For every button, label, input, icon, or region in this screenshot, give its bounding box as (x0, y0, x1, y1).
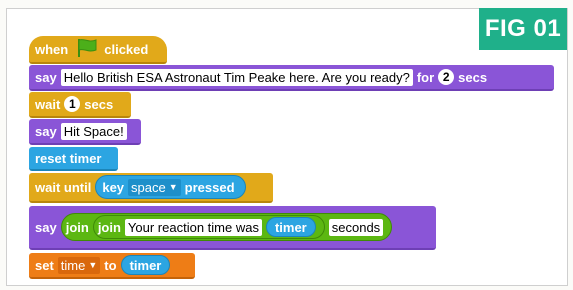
say-label: say (35, 69, 57, 85)
clicked-label: clicked (104, 41, 149, 57)
figure-label: FIG 01 (479, 8, 567, 50)
say-secs-input[interactable]: 2 (438, 69, 455, 85)
wait-secs-block[interactable]: wait 1 secs (29, 92, 131, 118)
timer-reporter[interactable]: timer (265, 217, 316, 237)
say-join-block[interactable]: say join join Your reaction time was tim… (29, 206, 436, 250)
dropdown-arrow-icon: ▼ (168, 182, 178, 192)
variable-name: time (60, 257, 86, 273)
timer-reporter[interactable]: timer (120, 255, 171, 275)
wait-secs-label: secs (84, 96, 114, 112)
dropdown-arrow-icon: ▼ (88, 260, 98, 270)
green-flag-icon (76, 38, 98, 61)
wait-until-label: wait until (35, 179, 92, 195)
wait-until-block[interactable]: wait until key space ▼ pressed (29, 173, 273, 203)
key-pressed-reporter[interactable]: key space ▼ pressed (95, 175, 246, 199)
key-label: key (102, 179, 125, 195)
timer-label: timer (274, 219, 307, 235)
reset-timer-block[interactable]: reset timer (29, 147, 118, 171)
join-inner-label: join (97, 219, 121, 235)
reset-timer-label: reset timer (35, 150, 102, 166)
say-for-secs-block[interactable]: say Hello British ESA Astronaut Tim Peak… (29, 65, 554, 91)
say-message-input[interactable]: Hello British ESA Astronaut Tim Peake he… (60, 68, 413, 86)
say-hit-message-input[interactable]: Hit Space! (60, 122, 127, 140)
join-outer-label: join (65, 219, 89, 235)
when-flag-clicked-block[interactable]: when clicked (29, 36, 167, 64)
seconds-text-input[interactable]: seconds (328, 218, 384, 236)
say-hit-space-block[interactable]: say Hit Space! (29, 119, 141, 145)
join-inner-reporter[interactable]: join Your reaction time was timer (92, 215, 325, 239)
when-label: when (35, 41, 69, 57)
key-option: space (131, 179, 166, 195)
join-outer-reporter[interactable]: join join Your reaction time was timer s… (60, 213, 393, 241)
set-variable-block[interactable]: set time ▼ to timer (29, 253, 195, 279)
secs-label: secs (458, 69, 488, 85)
say-label: say (35, 123, 57, 139)
wait-label: wait (35, 96, 61, 112)
set-label: set (35, 257, 54, 273)
to-label: to (104, 257, 117, 273)
key-dropdown[interactable]: space ▼ (128, 178, 181, 196)
for-label: for (416, 69, 435, 85)
pressed-label: pressed (184, 179, 235, 195)
variable-dropdown[interactable]: time ▼ (57, 256, 101, 274)
say-label: say (35, 219, 57, 235)
reaction-text-input[interactable]: Your reaction time was (124, 218, 262, 236)
timer-label: timer (129, 257, 162, 273)
wait-secs-input[interactable]: 1 (64, 96, 81, 112)
